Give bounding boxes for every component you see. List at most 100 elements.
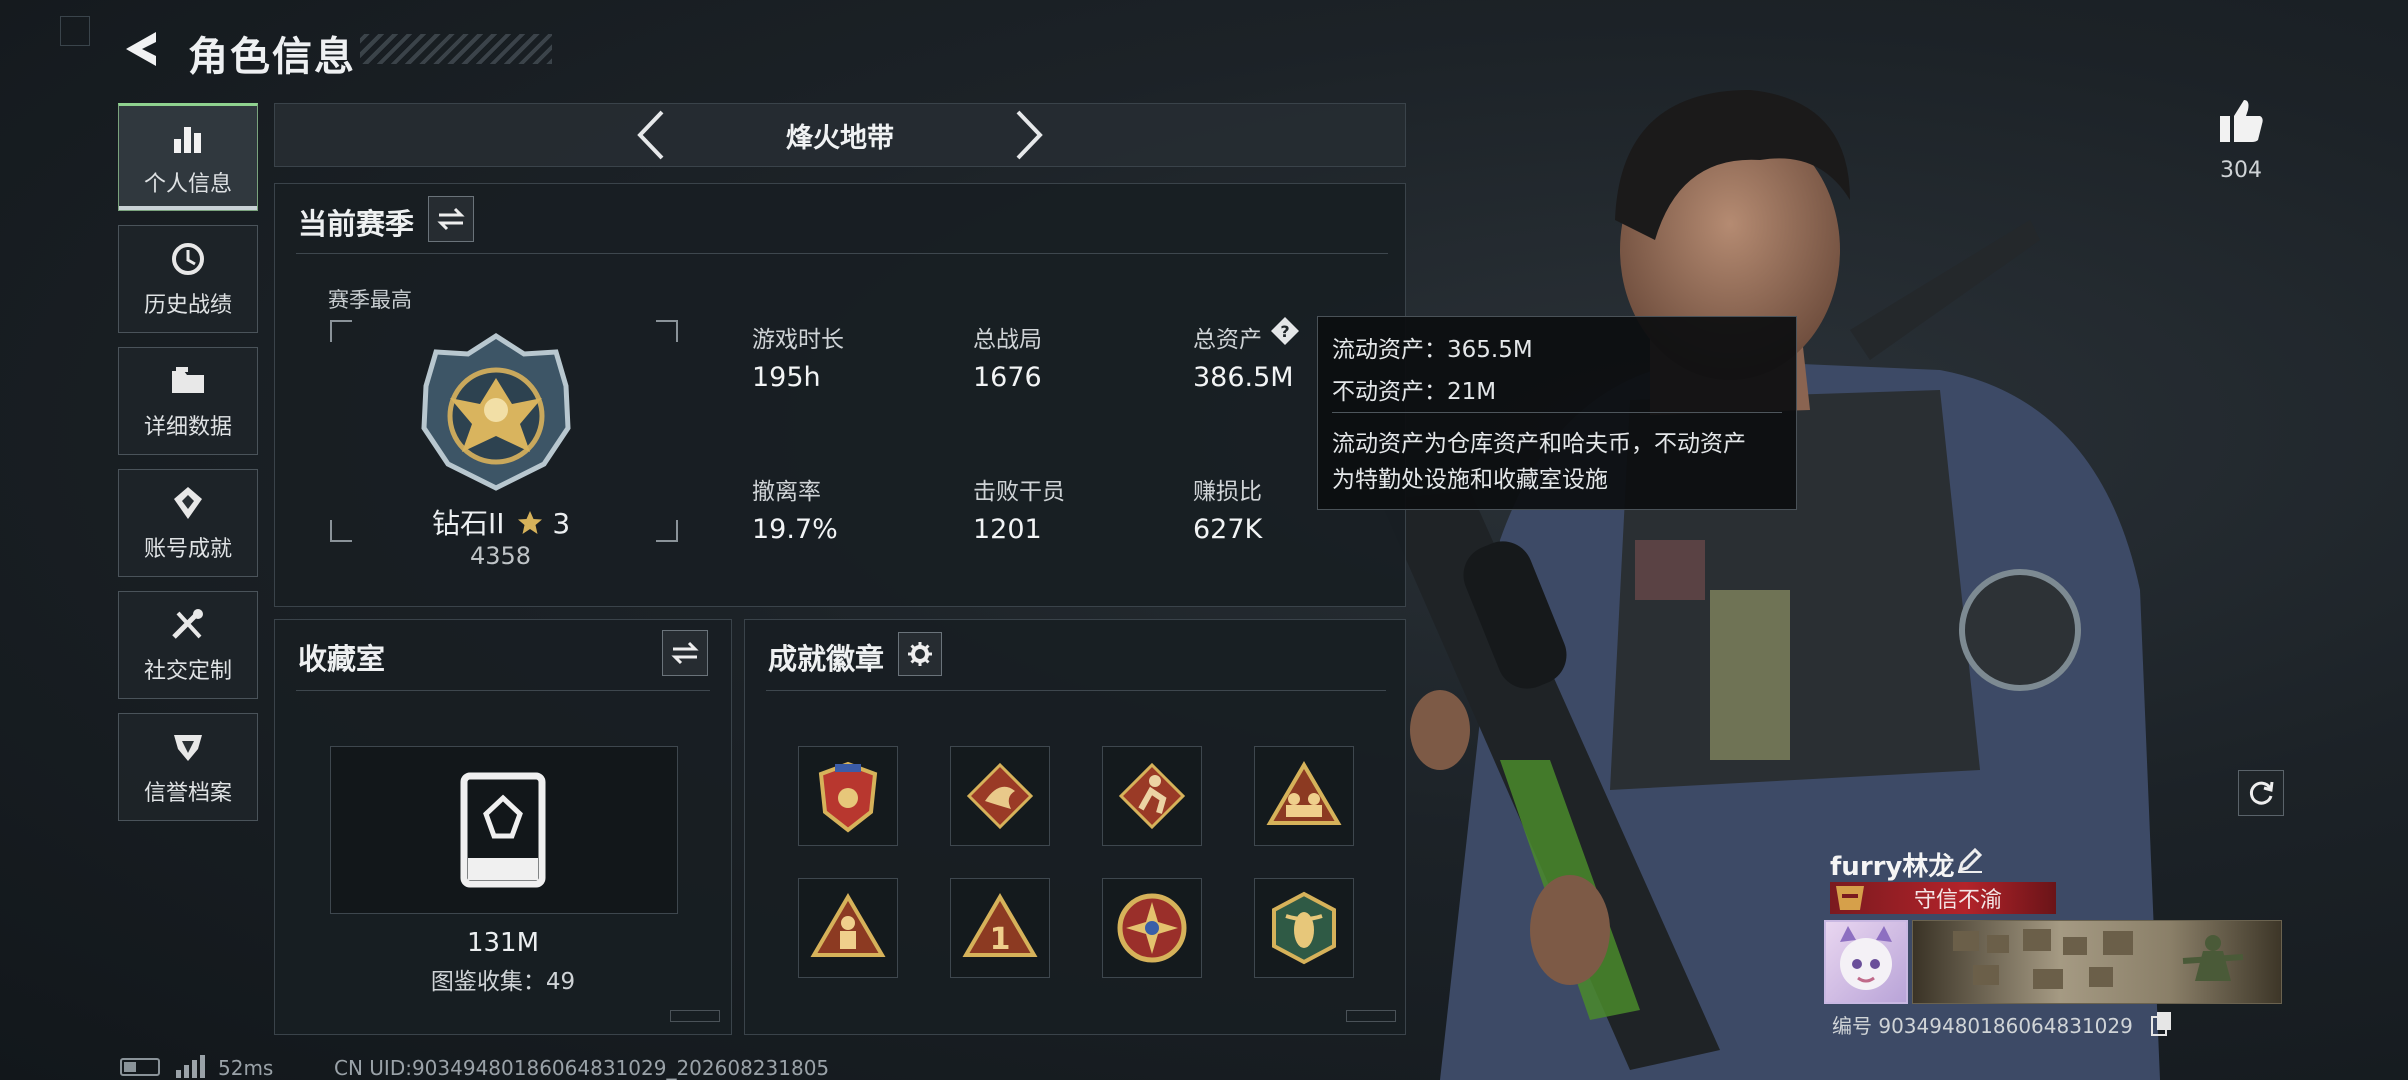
achievement-badge[interactable] xyxy=(1254,746,1354,846)
sidebar-item-label: 账号成就 xyxy=(143,537,232,562)
panel-footer-decoration xyxy=(670,1010,720,1022)
achievement-badge[interactable] xyxy=(1254,878,1354,978)
credit-icon xyxy=(168,727,208,767)
back-arrow-icon xyxy=(126,32,156,66)
tooltip-description-line1: 流动资产为仓库资产和哈夫币，不动资产 xyxy=(1332,431,1746,457)
achievement-icon xyxy=(168,483,208,523)
title-tag-emblem-icon xyxy=(1836,886,1864,910)
squad-badge-icon xyxy=(1266,761,1342,825)
collection-count: 图鉴收集：49 xyxy=(430,969,576,995)
runner-badge-icon xyxy=(1118,762,1186,830)
svg-text:1: 1 xyxy=(990,922,1011,957)
asset-help-button[interactable]: ? xyxy=(1270,316,1300,346)
achievement-badge[interactable]: 1 xyxy=(950,878,1050,978)
number-one-badge-icon: 1 xyxy=(962,893,1038,957)
pencil-icon xyxy=(1957,847,1983,873)
stat-value: 1676 xyxy=(973,362,1042,393)
sidebar-item-account-achievement[interactable]: 账号成就 xyxy=(118,469,258,577)
collection-vault-icon xyxy=(460,772,546,888)
frame-corner xyxy=(656,320,678,342)
achievement-badge[interactable] xyxy=(1102,746,1202,846)
title-stripes-decoration xyxy=(360,34,552,64)
sidebar-item-social-custom[interactable]: 社交定制 xyxy=(118,591,258,699)
collection-switch-button[interactable] xyxy=(662,630,708,676)
tooltip-divider xyxy=(1332,412,1782,413)
season-best-label: 赛季最高 xyxy=(328,288,412,312)
tools-icon xyxy=(168,605,208,645)
bar-chart-icon xyxy=(168,118,208,158)
badges-settings-button[interactable] xyxy=(898,632,942,676)
collection-title: 收藏室 xyxy=(298,642,386,676)
sidebar-item-label: 个人信息 xyxy=(143,172,232,197)
mode-next-button[interactable] xyxy=(1006,108,1050,162)
tooltip-fixed-assets: 不动资产：21M xyxy=(1332,379,1497,405)
corner-decoration xyxy=(60,16,90,46)
sidebar-item-history[interactable]: 历史战绩 xyxy=(118,225,258,333)
tooltip-description-line2: 为特勤处设施和收藏室设施 xyxy=(1332,467,1608,493)
dragon-badge-icon xyxy=(966,762,1034,830)
sidebar-item-credit-record[interactable]: 信誉档案 xyxy=(118,713,258,821)
edit-name-button[interactable] xyxy=(1956,846,1984,874)
swap-icon xyxy=(437,207,465,231)
panel-footer-decoration xyxy=(1346,1010,1396,1022)
tooltip-liquid-assets: 流动资产：365.5M xyxy=(1332,337,1533,363)
ping-text: 52ms xyxy=(218,1056,274,1080)
thumbs-up-icon xyxy=(2220,100,2263,142)
stat-label: 撤离率 xyxy=(752,479,821,505)
avatar-icon xyxy=(1840,926,1892,990)
rank-emblem-icon xyxy=(421,333,571,491)
copy-icon xyxy=(2151,1012,2171,1036)
rank-name: 钻石II 3 xyxy=(432,502,570,542)
star-compass-badge-icon xyxy=(1117,893,1187,963)
rank-stars: 3 xyxy=(552,507,571,540)
shield-badge-icon xyxy=(818,761,878,833)
season-divider xyxy=(296,253,1388,254)
player-id: 编号 9034948018606483102​9 xyxy=(1832,1010,2133,1039)
frame-corner xyxy=(656,520,678,542)
achievement-badge[interactable] xyxy=(1102,878,1202,978)
season-switch-button[interactable] xyxy=(428,196,474,242)
stat-label: 总战局 xyxy=(973,327,1042,353)
back-button[interactable] xyxy=(118,26,168,72)
sidebar-item-label: 信誉档案 xyxy=(143,781,232,806)
like-count: 304 xyxy=(2220,158,2262,183)
folder-icon xyxy=(168,361,208,401)
stat-label: 总资产 xyxy=(1193,327,1262,353)
swap-icon xyxy=(671,641,699,665)
sidebar-item-personal-info[interactable]: 个人信息 xyxy=(118,103,258,211)
rank-points: 4358 xyxy=(470,542,532,570)
player-title-text: 守信不渝 xyxy=(1914,888,2003,913)
achievement-badge[interactable] xyxy=(798,746,898,846)
mode-name: 烽火地带 xyxy=(786,123,894,154)
stat-value: 195h xyxy=(752,362,821,393)
like-button[interactable] xyxy=(2216,96,2266,146)
star-icon xyxy=(518,511,543,534)
signal-icon xyxy=(176,1055,205,1078)
refresh-character-button[interactable] xyxy=(2238,770,2284,816)
refresh-icon xyxy=(2249,781,2274,805)
season-title: 当前赛季 xyxy=(298,207,415,241)
stat-label: 击败干员 xyxy=(973,479,1065,505)
stat-value: 627K xyxy=(1193,514,1263,545)
sidebar-item-detail-data[interactable]: 详细数据 xyxy=(118,347,258,455)
sidebar-item-label: 详细数据 xyxy=(143,415,232,440)
player-card-banner[interactable] xyxy=(1912,920,2282,1004)
player-title-tag: 守信不渝 xyxy=(1830,882,2056,914)
frame-corner xyxy=(330,520,352,542)
collection-value: 131M xyxy=(466,928,540,958)
badges-title: 成就徽章 xyxy=(768,642,885,676)
stat-label: 游戏时长 xyxy=(752,327,844,353)
achievement-badge[interactable] xyxy=(950,746,1050,846)
battery-icon xyxy=(120,1058,160,1076)
badges-divider xyxy=(766,690,1386,691)
soldier-badge-icon xyxy=(810,893,886,957)
stat-value: 19.7% xyxy=(752,514,838,545)
rank-name-text: 钻石II xyxy=(432,507,505,540)
player-avatar[interactable] xyxy=(1824,920,1908,1004)
chevron-right-icon xyxy=(1016,110,1043,160)
copy-id-button[interactable] xyxy=(2150,1010,2174,1036)
mode-prev-button[interactable] xyxy=(630,108,674,162)
stat-label: 赚损比 xyxy=(1193,479,1262,505)
stat-value: 386.5M xyxy=(1193,362,1294,393)
achievement-badge[interactable] xyxy=(798,878,898,978)
